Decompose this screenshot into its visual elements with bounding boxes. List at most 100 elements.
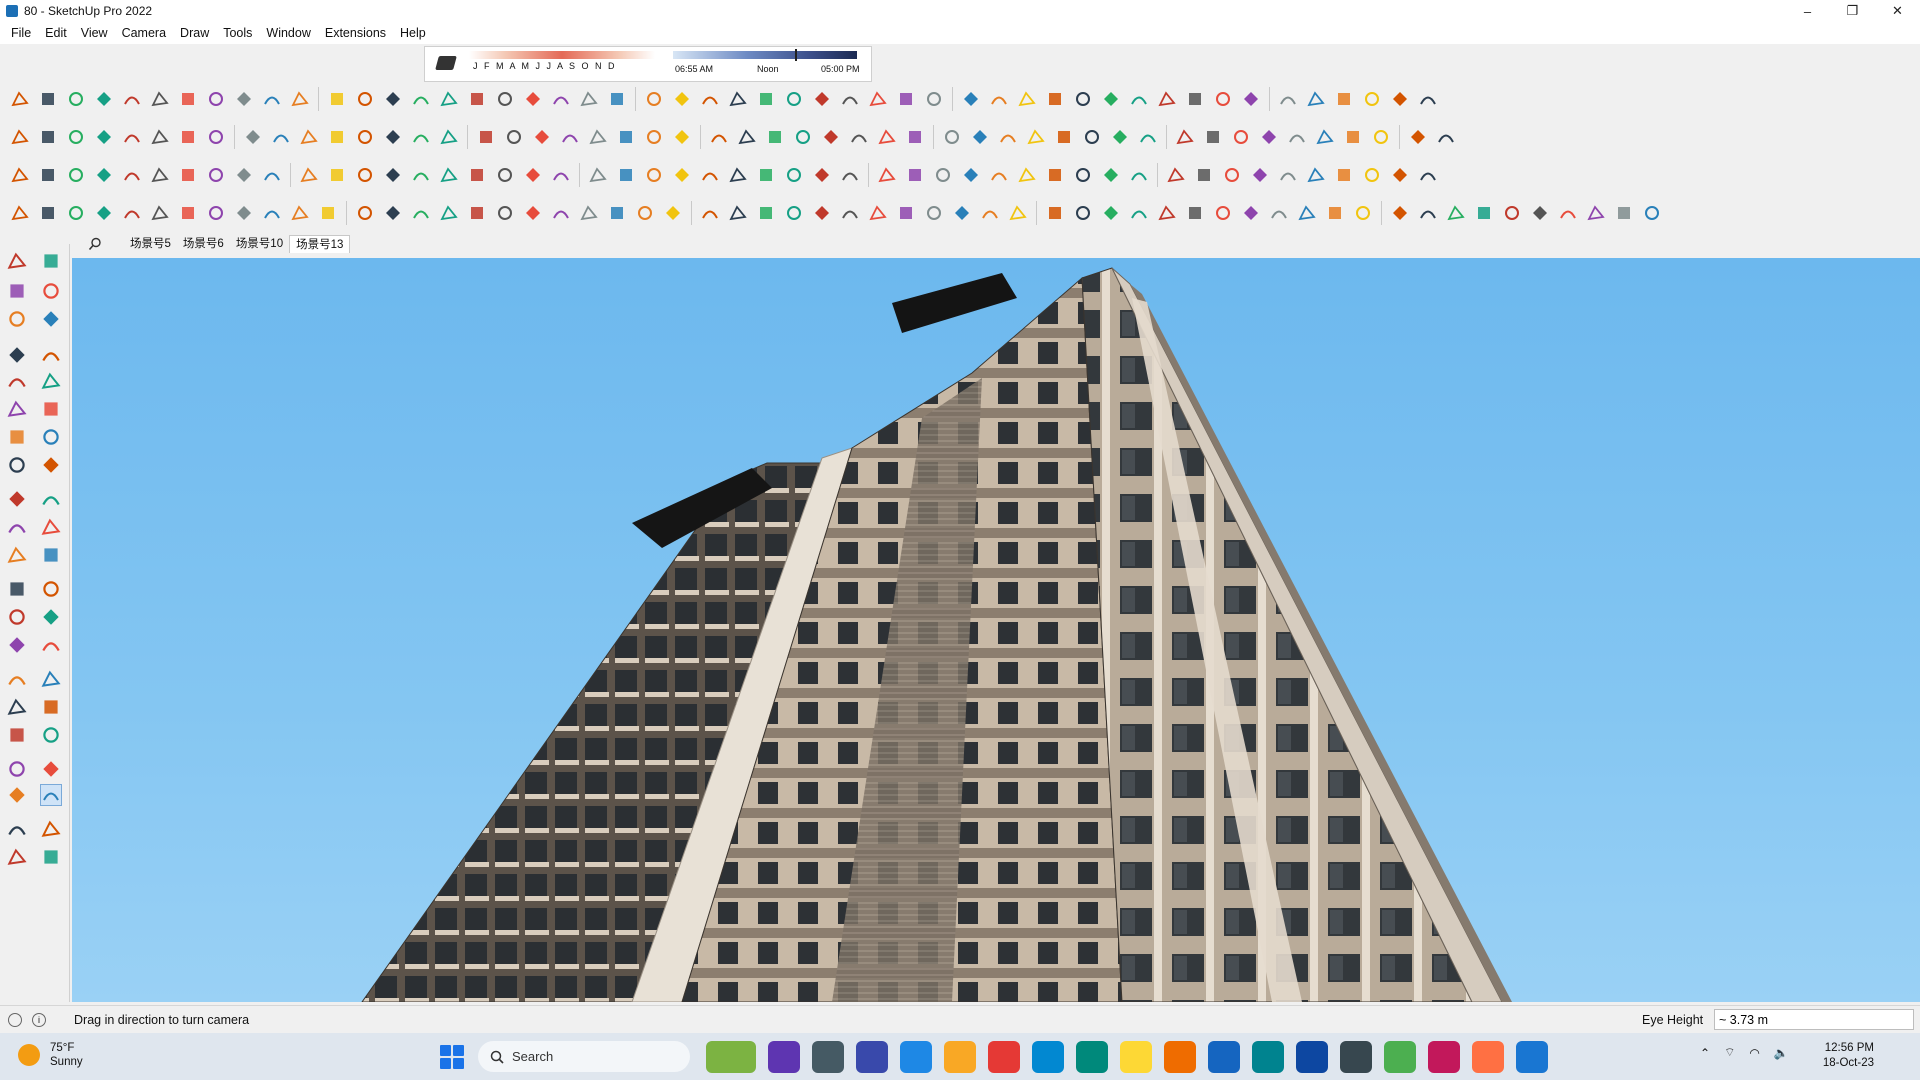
row1-tool-icon-14[interactable] <box>383 89 403 109</box>
menu-draw[interactable]: Draw <box>173 26 216 40</box>
palette-tool-icon-7[interactable] <box>6 344 28 366</box>
row4-tool-icon-13[interactable] <box>355 203 375 223</box>
palette-tool-icon-12[interactable] <box>40 398 62 420</box>
palette-tool-icon-18[interactable] <box>40 488 62 510</box>
weather-widget[interactable]: 75°F Sunny <box>18 1041 83 1069</box>
model-viewport[interactable] <box>72 258 1920 1002</box>
scene-tab-5[interactable]: 场景号5 <box>124 235 177 253</box>
row3-tool-icon-29[interactable] <box>812 165 832 185</box>
row4-tool-icon-20[interactable] <box>551 203 571 223</box>
row1-tool-icon-6[interactable] <box>150 89 170 109</box>
palette-tool-icon-39[interactable] <box>6 818 28 840</box>
row4-tool-icon-31[interactable] <box>868 203 888 223</box>
row3-tool-icon-28[interactable] <box>784 165 804 185</box>
row1-tool-icon-10[interactable] <box>262 89 282 109</box>
row2-tool-icon-29[interactable] <box>821 127 841 147</box>
palette-tool-icon-11[interactable] <box>6 398 28 420</box>
palette-tool-icon-9[interactable] <box>6 370 28 392</box>
chrome-app-icon[interactable] <box>1384 1041 1416 1073</box>
row1-tool-icon-25[interactable] <box>700 89 720 109</box>
palette-tool-icon-25[interactable] <box>6 606 28 628</box>
row2-tool-icon-18[interactable] <box>504 127 524 147</box>
row3-tool-icon-45[interactable] <box>1278 165 1298 185</box>
row1-tool-icon-49[interactable] <box>1390 89 1410 109</box>
menu-help[interactable]: Help <box>393 26 433 40</box>
row1-tool-icon-18[interactable] <box>495 89 515 109</box>
palette-tool-icon-14[interactable] <box>40 426 62 448</box>
row3-tool-icon-35[interactable] <box>989 165 1009 185</box>
row4-tool-icon-51[interactable] <box>1446 203 1466 223</box>
row4-tool-icon-54[interactable] <box>1530 203 1550 223</box>
palette-tool-icon-26[interactable] <box>40 606 62 628</box>
row1-tool-icon-17[interactable] <box>467 89 487 109</box>
menu-view[interactable]: View <box>74 26 115 40</box>
row2-tool-icon-20[interactable] <box>560 127 580 147</box>
row3-tool-icon-18[interactable] <box>495 165 515 185</box>
row2-tool-icon-30[interactable] <box>849 127 869 147</box>
palette-tool-icon-8[interactable] <box>40 344 62 366</box>
row1-tool-icon-29[interactable] <box>812 89 832 109</box>
row1-tool-icon-26[interactable] <box>728 89 748 109</box>
menu-edit[interactable]: Edit <box>38 26 74 40</box>
row2-tool-icon-3[interactable] <box>66 127 86 147</box>
sketchup-layout-icon[interactable] <box>1076 1041 1108 1073</box>
palette-tool-icon-23[interactable] <box>6 578 28 600</box>
row2-tool-icon-1[interactable] <box>10 127 30 147</box>
row1-tool-icon-50[interactable] <box>1418 89 1438 109</box>
row2-tool-icon-38[interactable] <box>1082 127 1102 147</box>
row3-tool-icon-7[interactable] <box>178 165 198 185</box>
row3-tool-icon-23[interactable] <box>644 165 664 185</box>
row2-tool-icon-23[interactable] <box>644 127 664 147</box>
row2-tool-icon-4[interactable] <box>94 127 114 147</box>
row3-tool-icon-40[interactable] <box>1129 165 1149 185</box>
row4-tool-icon-29[interactable] <box>812 203 832 223</box>
palette-tool-icon-34[interactable] <box>40 724 62 746</box>
palette-tool-icon-42[interactable] <box>40 846 62 868</box>
restore-button[interactable]: ❐ <box>1830 0 1875 22</box>
date-slider[interactable] <box>469 51 655 59</box>
scene-tab-6[interactable]: 场景号6 <box>177 235 230 253</box>
network-icon[interactable]: ⌔ <box>1724 1045 1735 1060</box>
row1-tool-icon-42[interactable] <box>1185 89 1205 109</box>
row4-tool-icon-58[interactable] <box>1642 203 1662 223</box>
row3-tool-icon-26[interactable] <box>728 165 748 185</box>
row4-tool-icon-25[interactable] <box>700 203 720 223</box>
volume-icon[interactable]: 🔈 <box>1774 1046 1789 1060</box>
row2-tool-icon-48[interactable] <box>1371 127 1391 147</box>
row2-tool-icon-22[interactable] <box>616 127 636 147</box>
row3-tool-icon-30[interactable] <box>840 165 860 185</box>
row2-tool-icon-28[interactable] <box>793 127 813 147</box>
row2-tool-icon-26[interactable] <box>737 127 757 147</box>
time-slider-handle[interactable] <box>795 49 797 61</box>
row2-tool-icon-32[interactable] <box>905 127 925 147</box>
row4-tool-icon-23[interactable] <box>635 203 655 223</box>
store-app-icon[interactable] <box>1252 1041 1284 1073</box>
row3-tool-icon-31[interactable] <box>877 165 897 185</box>
row2-tool-icon-7[interactable] <box>178 127 198 147</box>
palette-tool-icon-3[interactable] <box>6 280 28 302</box>
scene-tab-13[interactable]: 场景号13 <box>289 235 351 253</box>
row4-tool-icon-4[interactable] <box>94 203 114 223</box>
palette-tool-icon-28[interactable] <box>40 634 62 656</box>
row4-tool-icon-9[interactable] <box>234 203 254 223</box>
pinterest-app-icon[interactable] <box>1428 1041 1460 1073</box>
row4-tool-icon-35[interactable] <box>980 203 1000 223</box>
row2-tool-icon-12[interactable] <box>327 127 347 147</box>
row4-tool-icon-50[interactable] <box>1418 203 1438 223</box>
row3-tool-icon-10[interactable] <box>262 165 282 185</box>
row3-tool-icon-2[interactable] <box>38 165 58 185</box>
row4-tool-icon-36[interactable] <box>1008 203 1028 223</box>
row1-tool-icon-22[interactable] <box>607 89 627 109</box>
row2-tool-icon-36[interactable] <box>1026 127 1046 147</box>
row1-tool-icon-9[interactable] <box>234 89 254 109</box>
row4-tool-icon-56[interactable] <box>1586 203 1606 223</box>
taskbar-search[interactable]: Search <box>478 1041 690 1072</box>
time-slider[interactable] <box>673 51 857 59</box>
row1-tool-icon-36[interactable] <box>1017 89 1037 109</box>
row4-tool-icon-27[interactable] <box>756 203 776 223</box>
row1-tool-icon-28[interactable] <box>784 89 804 109</box>
row3-tool-icon-36[interactable] <box>1017 165 1037 185</box>
row2-tool-icon-15[interactable] <box>411 127 431 147</box>
menu-window[interactable]: Window <box>259 26 317 40</box>
row1-tool-icon-30[interactable] <box>840 89 860 109</box>
